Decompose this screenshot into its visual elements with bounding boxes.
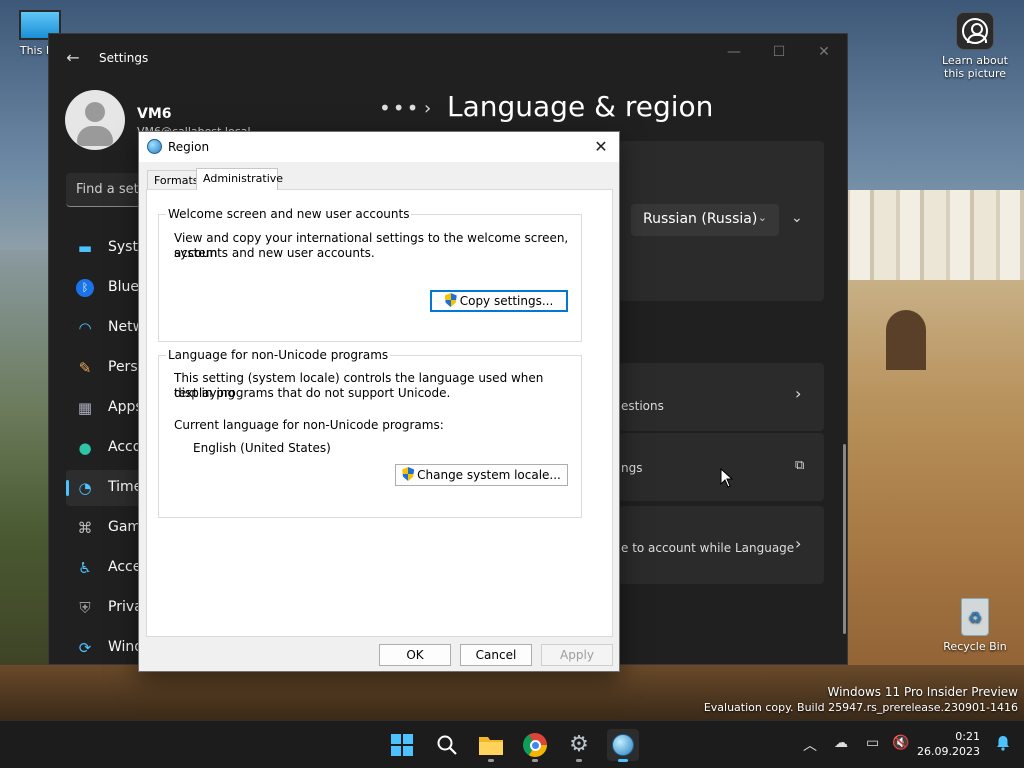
wifi-icon: ◠ <box>78 319 92 337</box>
clock[interactable]: 0:21 26.09.2023 <box>917 729 980 759</box>
group-description: accounts and new user accounts. <box>174 246 375 260</box>
breadcrumb-overflow-button[interactable]: ••• <box>379 96 420 120</box>
copy-settings-button[interactable]: Copy settings... <box>430 290 568 312</box>
minimize-button[interactable]: — <box>719 42 749 62</box>
avatar[interactable] <box>65 90 125 150</box>
clock-time: 0:21 <box>955 730 980 743</box>
region-dialog: Region ✕ Formats Administrative Welcome … <box>138 131 620 672</box>
running-indicator <box>576 759 582 762</box>
notification-bell-icon[interactable] <box>996 735 1010 751</box>
card-label: e to account while Language <box>621 541 795 555</box>
app-title: Settings <box>99 51 149 65</box>
display-language-value: Russian (Russia) <box>643 211 758 227</box>
shield-icon: ⛨ <box>79 599 91 617</box>
uac-shield-icon <box>444 293 457 307</box>
apps-icon: ▦ <box>77 399 93 417</box>
network-icon[interactable]: ▭ <box>866 735 879 751</box>
wallpaper-houses <box>824 190 1024 280</box>
back-arrow-icon[interactable]: ← <box>63 48 83 68</box>
desktop-icon-learn-about-picture[interactable]: Learn about this picture <box>936 12 1014 80</box>
title-bar: ← Settings — ☐ ✕ <box>49 34 849 82</box>
clock-date: 26.09.2023 <box>917 745 980 758</box>
running-indicator <box>532 759 538 762</box>
uac-shield-icon <box>402 467 415 481</box>
watermark-line2: Evaluation copy. Build 25947.rs_prerelea… <box>703 701 1018 714</box>
region-taskbar-button[interactable] <box>607 729 639 762</box>
card-label: estions <box>621 399 664 413</box>
suggestions-card[interactable] <box>619 363 824 431</box>
person-icon: ● <box>78 439 92 457</box>
button-label: Copy settings... <box>459 294 554 308</box>
non-unicode-group: Language for non-Unicode programs This s… <box>158 348 582 518</box>
monitor-icon: ▬ <box>77 239 93 257</box>
file-explorer-button[interactable] <box>475 729 507 762</box>
chrome-icon <box>523 733 547 757</box>
settings-taskbar-button[interactable]: ⚙ <box>563 729 595 762</box>
tab-administrative[interactable]: Administrative <box>196 168 283 190</box>
scrollbar[interactable] <box>843 444 846 634</box>
start-icon <box>391 734 413 756</box>
file-explorer-icon <box>479 737 503 755</box>
brush-icon: ✎ <box>78 359 92 377</box>
chevron-right-icon: › <box>424 98 432 119</box>
search-icon <box>437 735 457 755</box>
chevron-right-icon: › <box>795 384 802 403</box>
dialog-title: Region <box>168 140 210 154</box>
current-language-label: Current language for non-Unicode program… <box>174 418 444 432</box>
desktop-icon-label: Recycle Bin <box>943 640 1007 653</box>
current-language-value: English (United States) <box>193 441 331 455</box>
page-title: Language & region <box>447 90 714 123</box>
change-system-locale-button[interactable]: Change system locale... <box>395 464 568 486</box>
globe-icon <box>147 139 162 154</box>
clock-globe-icon: ◔ <box>78 479 92 497</box>
watermark-line1: Windows 11 Pro Insider Preview <box>827 685 1018 699</box>
taskbar: ⚙ ︿ ☁ ▭ 🔇 0:21 26.09.2023 <box>0 720 1024 768</box>
tab-formats[interactable]: Formats <box>147 170 199 190</box>
update-icon: ⟳ <box>78 639 92 657</box>
chevron-right-icon: › <box>795 534 802 553</box>
tab-panel: Welcome screen and new user accounts Vie… <box>146 189 613 637</box>
admin-language-settings-card[interactable] <box>619 433 824 501</box>
close-icon[interactable]: ✕ <box>587 136 615 158</box>
button-label: Change system locale... <box>417 468 561 482</box>
group-description: text in programs that do not support Uni… <box>174 386 451 400</box>
maximize-button[interactable]: ☐ <box>764 42 794 62</box>
dialog-title-bar: Region ✕ <box>139 132 619 162</box>
desktop-icon-label-line2: this picture <box>944 67 1006 80</box>
region-icon <box>612 734 634 756</box>
external-link-icon: ⧉ <box>795 458 805 473</box>
cloud-offline-icon[interactable]: ☁ <box>834 735 848 751</box>
running-indicator <box>488 759 494 762</box>
close-button[interactable]: ✕ <box>809 42 839 62</box>
settings-icon: ⚙ <box>569 732 589 757</box>
apply-button[interactable]: Apply <box>541 644 613 666</box>
user-name: VM6 <box>137 106 172 122</box>
chrome-button[interactable] <box>519 729 551 762</box>
desktop-icon-label-line1: Learn about <box>942 54 1008 67</box>
volume-muted-icon[interactable]: 🔇 <box>892 735 909 751</box>
card-label: ngs <box>621 461 643 475</box>
search-button[interactable] <box>431 729 463 761</box>
group-legend: Welcome screen and new user accounts <box>166 207 412 221</box>
gamepad-icon: ⌘ <box>77 519 93 537</box>
recycle-bin-icon: ♻ <box>961 598 989 636</box>
active-indicator <box>618 759 628 762</box>
accessibility-icon: ♿ <box>78 559 92 577</box>
desktop-icon-recycle-bin[interactable]: ♻ Recycle Bin <box>940 598 1010 653</box>
bluetooth-icon: ᛒ <box>76 279 94 297</box>
wallpaper-bridge-arch <box>886 310 926 370</box>
camera-person-icon <box>956 12 994 50</box>
chevron-down-icon: ⌄ <box>757 211 767 224</box>
selection-indicator <box>66 480 69 496</box>
ok-button[interactable]: OK <box>379 644 451 666</box>
chevron-up-icon[interactable]: ︿ <box>803 735 817 755</box>
display-language-dropdown[interactable]: Russian (Russia) ⌄ <box>631 204 779 236</box>
welcome-screen-group: Welcome screen and new user accounts Vie… <box>158 207 582 342</box>
mouse-cursor-icon <box>720 468 734 488</box>
expand-chevron-icon[interactable]: ⌄ <box>791 210 803 226</box>
start-button[interactable] <box>386 729 418 761</box>
cancel-button[interactable]: Cancel <box>460 644 532 666</box>
group-legend: Language for non-Unicode programs <box>166 348 391 362</box>
